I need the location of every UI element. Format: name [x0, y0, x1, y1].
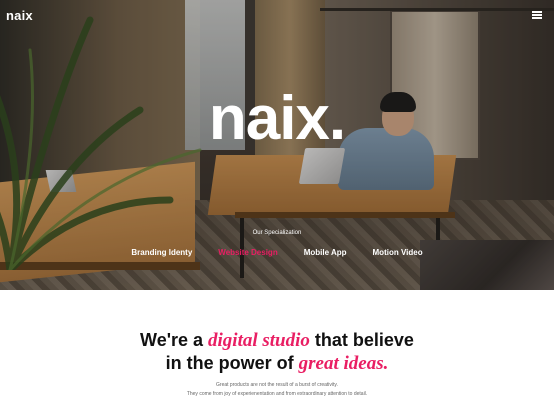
hamburger-menu-icon[interactable]	[532, 11, 542, 19]
intro-headline: We're a digital studio that believe in t…	[0, 329, 554, 375]
menu-bar	[532, 17, 542, 19]
subtext-line: They come from joy of experienentation a…	[186, 391, 368, 397]
spec-link-motion-video[interactable]: Motion Video	[373, 248, 423, 257]
headline-emphasis: digital studio	[208, 330, 310, 351]
hero-banner: naix naix. Our Specialization Branding I…	[0, 0, 554, 290]
spec-link-website-design[interactable]: Website Design	[218, 248, 277, 257]
headline-text: that believe	[309, 330, 414, 350]
spec-link-branding[interactable]: Branding Identy	[131, 248, 192, 257]
menu-bar	[532, 14, 542, 16]
site-logo[interactable]: naix	[6, 8, 33, 23]
subtext-line: Great products are not the result of a b…	[216, 382, 338, 388]
spec-link-mobile-app[interactable]: Mobile App	[304, 248, 347, 257]
specialization-nav: Branding Identy Website Design Mobile Ap…	[0, 248, 554, 257]
headline-emphasis: great ideas.	[298, 353, 389, 374]
hero-title: naix.	[208, 84, 346, 153]
intro-subtext: Great products are not the result of a b…	[0, 381, 554, 399]
headline-text: We're a	[140, 330, 209, 350]
menu-bar	[532, 11, 542, 13]
headline-text: in the power of	[165, 353, 299, 373]
specialization-label: Our Specialization	[252, 230, 302, 236]
